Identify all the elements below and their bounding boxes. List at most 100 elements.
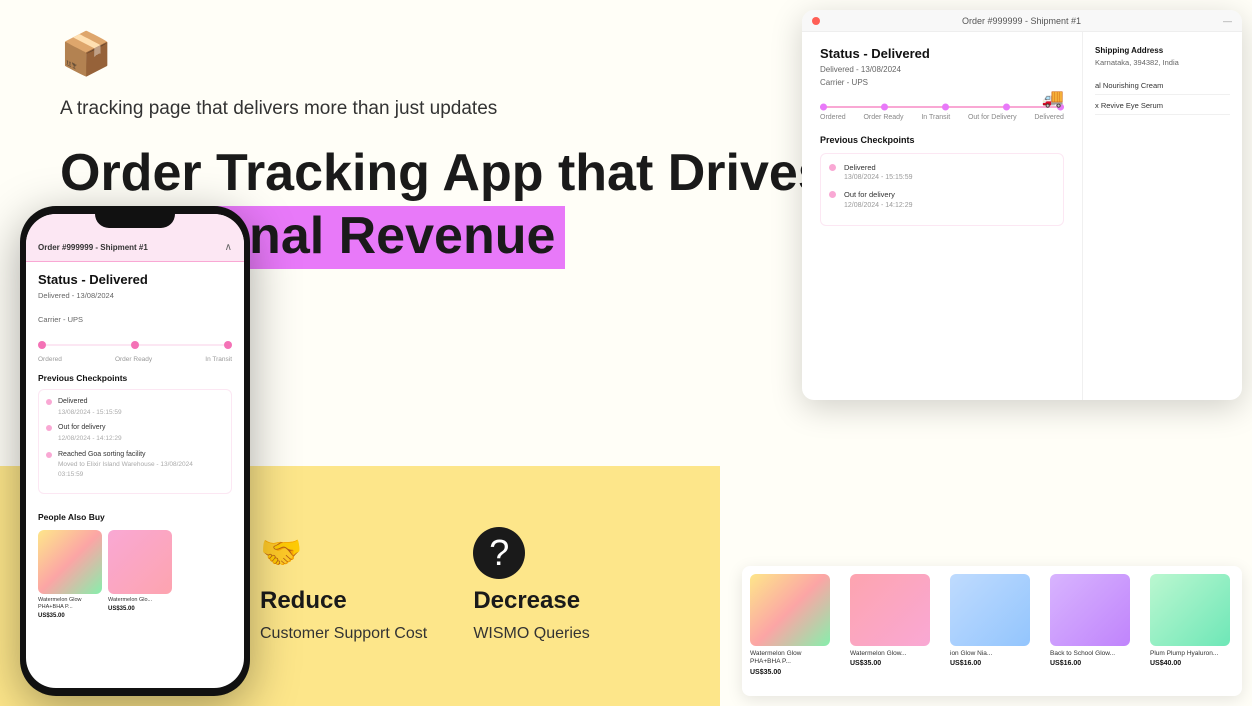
dp-name-5: Plum Plump Hyaluron... <box>1150 650 1230 658</box>
mobile-delivered-date: Delivered - 13/08/2024 <box>38 290 232 302</box>
mob-cp-1: Delivered 13/08/2024 - 15:15:59 <box>46 397 224 417</box>
mobile-main-content: Status - Delivered Delivered - 13/08/202… <box>26 262 244 504</box>
mobile-progress <box>38 338 232 352</box>
label-out-for-delivery: Out for Delivery <box>968 114 1017 121</box>
mob-label-ordered: Ordered <box>38 356 62 363</box>
mobile-checkpoints: Delivered 13/08/2024 - 15:15:59 Out for … <box>38 389 232 494</box>
mob-product-price-2: US$35.00 <box>108 606 172 612</box>
product-2: x Revive Eye Serum <box>1095 101 1230 115</box>
desktop-status: Status - Delivered <box>820 46 1064 61</box>
mob-cp-dot-2 <box>46 425 52 431</box>
mob-cp-2: Out for delivery 12/08/2024 - 14:12:29 <box>46 423 224 443</box>
mob-cp-text-2: Out for delivery 12/08/2024 - 14:12:29 <box>58 423 122 443</box>
mob-product-price-1: US$35.00 <box>38 613 102 619</box>
desktop-main-content: Status - Delivered Delivered - 13/08/202… <box>802 32 1082 400</box>
mob-cp-dot-1 <box>46 399 52 405</box>
feature-wismo: ? Decrease WISMO Queries <box>473 527 673 645</box>
cp-dot-2 <box>829 191 836 198</box>
desktop-order-title: Order #999999 - Shipment #1 <box>825 16 1218 26</box>
dp-name-3: ion Glow Nia... <box>950 650 1030 658</box>
handshake-icon: 🤝 <box>260 527 312 579</box>
mob-cp-text-1: Delivered 13/08/2024 - 15:15:59 <box>58 397 122 417</box>
desktop-right-panel: Shipping Address Karnataka, 394382, Indi… <box>1082 32 1242 400</box>
feature-2-desc: Customer Support Cost <box>260 623 427 645</box>
mobile-order-title: Order #999999 - Shipment #1 <box>38 243 148 252</box>
mob-line-1 <box>46 344 131 346</box>
heading-line1: Order Tracking App that Drives <box>60 145 827 202</box>
cp-text-2: Out for delivery 12/08/2024 - 14:12:29 <box>844 189 913 211</box>
mob-cp-text-3: Reached Goa sorting facility Moved to El… <box>58 450 193 480</box>
progress-line <box>820 106 1064 108</box>
desktop-prod-2: Watermelon Glow... US$35.00 <box>850 574 930 688</box>
checkpoint-1: Delivered 13/08/2024 - 15:15:59 <box>829 162 1055 184</box>
desktop-prod-1: Watermelon Glow PHA+BHA P... US$35.00 <box>750 574 830 688</box>
desktop-prod-3: ion Glow Nia... US$16.00 <box>950 574 1030 688</box>
mob-cp-dot-3 <box>46 452 52 458</box>
cp-dot-1 <box>829 164 836 171</box>
mob-dot-2 <box>131 341 139 349</box>
cp-text-1: Delivered 13/08/2024 - 15:15:59 <box>844 162 913 184</box>
mob-line-2 <box>139 344 224 346</box>
progress-dot-2 <box>881 103 888 110</box>
mob-product-2: Watermelon Glo... US$35.00 <box>108 530 172 619</box>
dp-img-1 <box>750 574 830 646</box>
mob-label-in-transit: In Transit <box>205 356 232 363</box>
desktop-titlebar: Order #999999 - Shipment #1 — <box>802 10 1242 32</box>
subtitle: A tracking page that delivers more than … <box>60 98 497 120</box>
chevron-up-icon: ∧ <box>225 242 232 253</box>
products-panel: al Nourishing Cream x Revive Eye Serum <box>1095 81 1230 115</box>
mobile-status: Status - Delivered <box>38 272 232 287</box>
dp-name-4: Back to School Glow... <box>1050 650 1130 658</box>
label-in-transit: In Transit <box>921 114 950 121</box>
dp-img-2 <box>850 574 930 646</box>
truck-icon: 🚚 <box>1042 88 1064 109</box>
progress-dot-3 <box>942 103 949 110</box>
desktop-delivered-date: Delivered - 13/08/2024 <box>820 64 1064 77</box>
mob-dot-3 <box>224 341 232 349</box>
product-1: al Nourishing Cream <box>1095 81 1230 95</box>
dp-img-3 <box>950 574 1030 646</box>
mob-label-order-ready: Order Ready <box>115 356 152 363</box>
mob-product-img-1 <box>38 530 102 594</box>
mob-cp-3: Reached Goa sorting facility Moved to El… <box>46 450 224 480</box>
mobile-prev-checkpoints-label: Previous Checkpoints <box>38 373 232 383</box>
dp-name-1: Watermelon Glow PHA+BHA P... <box>750 650 830 667</box>
mobile-products-list: Watermelon Glow PHA+BHA P... US$35.00 Wa… <box>38 530 232 619</box>
logo-area: 📦 <box>60 28 112 80</box>
dp-price-3: US$16.00 <box>950 660 1030 667</box>
feature-3-desc: WISMO Queries <box>473 623 589 645</box>
mob-dot-1 <box>38 341 46 349</box>
mobile-screen: Order #999999 - Shipment #1 ∧ Status - D… <box>26 214 244 688</box>
mobile-mockup: Order #999999 - Shipment #1 ∧ Status - D… <box>20 206 250 696</box>
feature-3-title: Decrease <box>473 587 580 615</box>
question-icon: ? <box>473 527 525 579</box>
mob-product-name-1: Watermelon Glow PHA+BHA P... <box>38 597 102 611</box>
minimize-icon: — <box>1223 16 1232 26</box>
shipping-address-value: Karnataka, 394382, India <box>1095 58 1230 67</box>
label-order-ready: Order Ready <box>863 114 903 121</box>
dp-price-4: US$16.00 <box>1050 660 1130 667</box>
mob-product-name-2: Watermelon Glo... <box>108 597 172 604</box>
desktop-prod-5: Plum Plump Hyaluron... US$40.00 <box>1150 574 1230 688</box>
dp-price-5: US$40.00 <box>1150 660 1230 667</box>
dp-price-1: US$35.00 <box>750 669 830 676</box>
mob-product-1: Watermelon Glow PHA+BHA P... US$35.00 <box>38 530 102 619</box>
dp-price-2: US$35.00 <box>850 660 930 667</box>
dp-name-2: Watermelon Glow... <box>850 650 930 658</box>
label-delivered: Delivered <box>1034 114 1064 121</box>
progress-labels: Ordered Order Ready In Transit Out for D… <box>820 114 1064 121</box>
dp-img-5 <box>1150 574 1230 646</box>
also-buy-label: People Also Buy <box>38 512 232 522</box>
mobile-carrier: Carrier - UPS <box>38 314 232 326</box>
previous-checkpoints-label: Previous Checkpoints <box>820 135 1064 145</box>
checkpoints-container: Delivered 13/08/2024 - 15:15:59 Out for … <box>820 153 1064 227</box>
progress-dot-1 <box>820 103 827 110</box>
shipping-address-label: Shipping Address <box>1095 46 1230 55</box>
desktop-carrier: Carrier - UPS <box>820 77 1064 90</box>
checkpoint-2: Out for delivery 12/08/2024 - 14:12:29 <box>829 189 1055 211</box>
label-ordered: Ordered <box>820 114 846 121</box>
desktop-mockup: Order #999999 - Shipment #1 — Status - D… <box>802 10 1242 400</box>
desktop-products-strip: Watermelon Glow PHA+BHA P... US$35.00 Wa… <box>742 566 1242 696</box>
feature-2-title: Reduce <box>260 587 347 615</box>
mob-product-img-2 <box>108 530 172 594</box>
